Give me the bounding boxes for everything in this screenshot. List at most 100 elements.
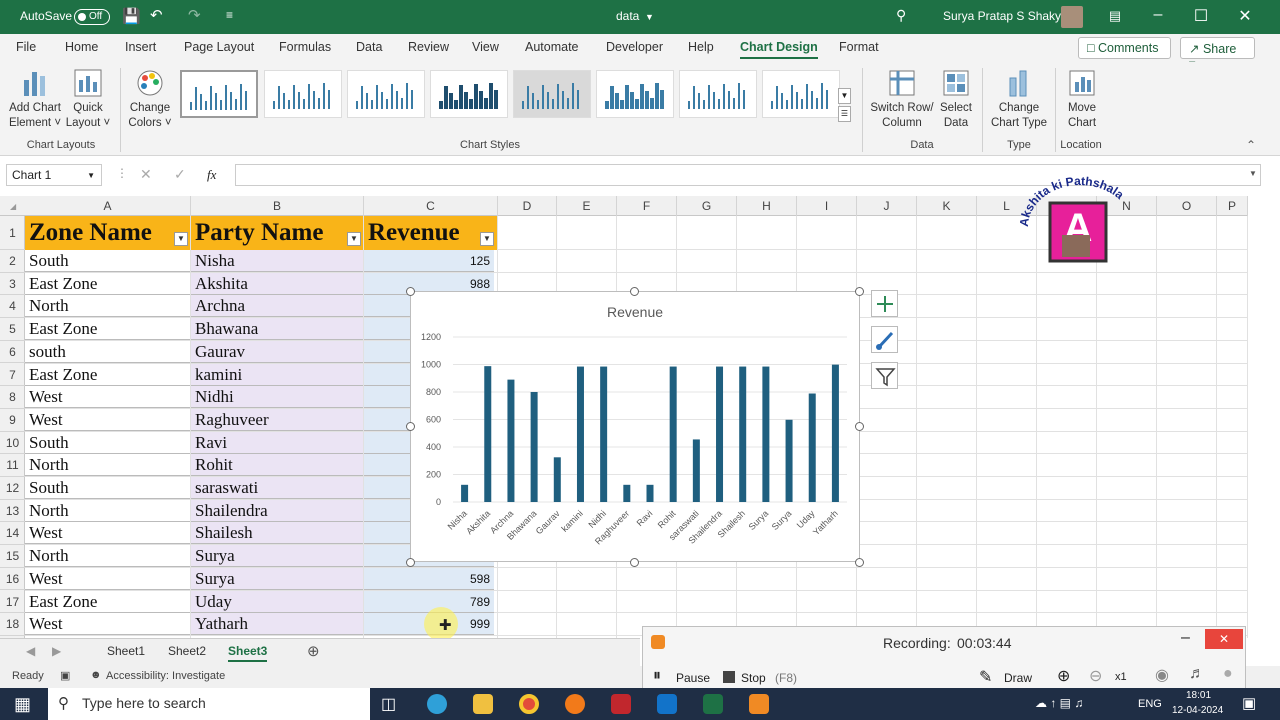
- cell-zone[interactable]: North: [25, 499, 190, 522]
- expand-formula-icon[interactable]: ▼: [1249, 169, 1257, 178]
- cell-party[interactable]: Gaurav: [191, 340, 363, 363]
- clock-date[interactable]: 12-04-2024: [1172, 705, 1223, 716]
- cell-party[interactable]: Bhawana: [191, 318, 363, 341]
- chart-style-thumbnail[interactable]: [347, 70, 425, 118]
- column-header-i[interactable]: I: [797, 196, 857, 216]
- undo-icon[interactable]: ↶: [150, 6, 163, 24]
- resize-handle[interactable]: [630, 558, 639, 567]
- prev-sheet-icon[interactable]: ◀: [26, 644, 35, 658]
- avatar[interactable]: [1061, 6, 1083, 28]
- row-header-18[interactable]: 18: [0, 613, 25, 636]
- system-tray-icons[interactable]: ☁ ↑ ▤ ♫: [1035, 696, 1083, 710]
- cell-party[interactable]: saraswati: [191, 477, 363, 499]
- cell-party[interactable]: kamini: [191, 363, 363, 386]
- cell-party[interactable]: Uday: [191, 590, 363, 613]
- tab-chart-design[interactable]: Chart Design: [740, 40, 818, 59]
- resize-handle[interactable]: [855, 287, 864, 296]
- cell-zone[interactable]: West: [25, 522, 190, 545]
- header-party-name[interactable]: Party Name: [191, 216, 363, 250]
- chart-style-thumbnail[interactable]: [762, 70, 840, 118]
- zoom-out-icon[interactable]: ⊖: [1089, 666, 1102, 686]
- cell-zone[interactable]: West: [25, 386, 190, 409]
- chart-filters-button[interactable]: [871, 362, 898, 389]
- select-all-icon[interactable]: ◢: [10, 202, 16, 211]
- cell-party[interactable]: Shailesh: [191, 522, 363, 545]
- file-name[interactable]: data: [616, 9, 639, 23]
- switch-row-column-button[interactable]: Switch Row/ Column: [868, 68, 936, 131]
- tab-formulas[interactable]: Formulas: [279, 40, 331, 54]
- autosave-toggle[interactable]: Off: [74, 9, 110, 25]
- share-button[interactable]: ↗ Share ▾: [1180, 37, 1255, 71]
- revenue-chart[interactable]: Revenue 0 200 400 600 800 1000 1200 Nisha Akshit…: [410, 291, 860, 562]
- enter-icon[interactable]: ✓: [174, 166, 186, 183]
- acrobat-icon[interactable]: [611, 694, 631, 714]
- close-recorder-button[interactable]: ✕: [1205, 629, 1243, 649]
- row-header-7[interactable]: 7: [0, 364, 25, 387]
- cell-zone[interactable]: South: [25, 250, 190, 272]
- windows-start-icon[interactable]: ▦: [14, 694, 31, 715]
- row-header-12[interactable]: 12: [0, 477, 25, 500]
- pen-icon[interactable]: ✎: [979, 667, 992, 687]
- chevron-down-icon[interactable]: ▼: [645, 12, 654, 22]
- cell-zone[interactable]: East Zone: [25, 272, 190, 295]
- cell-zone[interactable]: West: [25, 408, 190, 431]
- tab-insert[interactable]: Insert: [125, 40, 156, 54]
- header-zone-name[interactable]: Zone Name: [25, 216, 190, 250]
- tab-file[interactable]: File: [16, 40, 36, 54]
- cell-party[interactable]: Surya: [191, 567, 363, 590]
- tab-format[interactable]: Format: [839, 40, 879, 54]
- zoom-in-icon[interactable]: ⊕: [1057, 666, 1070, 686]
- excel-icon[interactable]: [703, 694, 723, 714]
- resize-handle[interactable]: [630, 287, 639, 296]
- redo-icon[interactable]: ↷: [188, 6, 201, 24]
- change-colors-button[interactable]: Change Colors ˅: [126, 68, 174, 131]
- cell-zone[interactable]: West: [25, 567, 190, 590]
- chart-style-thumbnail[interactable]: [513, 70, 591, 118]
- row-header-8[interactable]: 8: [0, 386, 25, 409]
- tab-developer[interactable]: Developer: [606, 40, 663, 54]
- chart-styles-button[interactable]: [871, 326, 898, 353]
- column-header-o[interactable]: O: [1157, 196, 1217, 216]
- column-header-j[interactable]: J: [857, 196, 917, 216]
- cell-party[interactable]: Akshita: [191, 272, 363, 295]
- minimize-button[interactable]: –: [1143, 6, 1173, 24]
- stop-icon[interactable]: [723, 671, 735, 683]
- ribbon-display-icon[interactable]: ▤: [1100, 8, 1130, 24]
- cell-party[interactable]: Surya: [191, 545, 363, 568]
- accessibility-status[interactable]: Accessibility: Investigate: [106, 670, 225, 682]
- pause-icon[interactable]: ⏸: [653, 667, 661, 685]
- column-header-k[interactable]: K: [917, 196, 977, 216]
- quick-layout-button[interactable]: Quick Layout ˅: [64, 68, 112, 131]
- gallery-more-icon[interactable]: ☰: [838, 106, 851, 122]
- cell-party[interactable]: Nidhi: [191, 386, 363, 409]
- tab-sheet1[interactable]: Sheet1: [107, 644, 145, 658]
- row-header-15[interactable]: 15: [0, 545, 25, 568]
- stop-button[interactable]: Stop: [741, 671, 766, 685]
- row-header-13[interactable]: 13: [0, 500, 25, 523]
- chart-style-thumbnail[interactable]: [180, 70, 258, 118]
- edge-icon[interactable]: [427, 694, 447, 714]
- outlook-icon[interactable]: [657, 694, 677, 714]
- draw-button[interactable]: Draw: [1004, 671, 1032, 685]
- add-sheet-icon[interactable]: ⊕: [307, 642, 320, 660]
- chrome-icon[interactable]: [519, 694, 539, 714]
- move-chart-button[interactable]: Move Chart: [1060, 68, 1104, 131]
- accessibility-icon[interactable]: ☻: [90, 669, 102, 681]
- search-icon[interactable]: ⚲: [896, 7, 906, 24]
- row-header-3[interactable]: 3: [0, 273, 25, 296]
- minimize-recorder-icon[interactable]: –: [1181, 629, 1190, 647]
- webcam-icon[interactable]: ◉: [1155, 665, 1169, 685]
- resize-handle[interactable]: [855, 422, 864, 431]
- chart-elements-button[interactable]: [871, 290, 898, 317]
- cell-zone[interactable]: East Zone: [25, 590, 190, 613]
- maximize-button[interactable]: ☐: [1186, 6, 1216, 26]
- close-button[interactable]: ✕: [1230, 6, 1260, 26]
- gallery-down-icon[interactable]: ▼: [838, 88, 851, 104]
- cell-zone[interactable]: North: [25, 454, 190, 477]
- cell-zone[interactable]: West: [25, 613, 190, 636]
- cell-revenue[interactable]: 789: [364, 590, 494, 613]
- resize-handle[interactable]: [406, 558, 415, 567]
- customize-qat-icon[interactable]: ≡: [226, 8, 233, 22]
- row-header-4[interactable]: 4: [0, 295, 25, 319]
- cell-zone[interactable]: South: [25, 477, 190, 499]
